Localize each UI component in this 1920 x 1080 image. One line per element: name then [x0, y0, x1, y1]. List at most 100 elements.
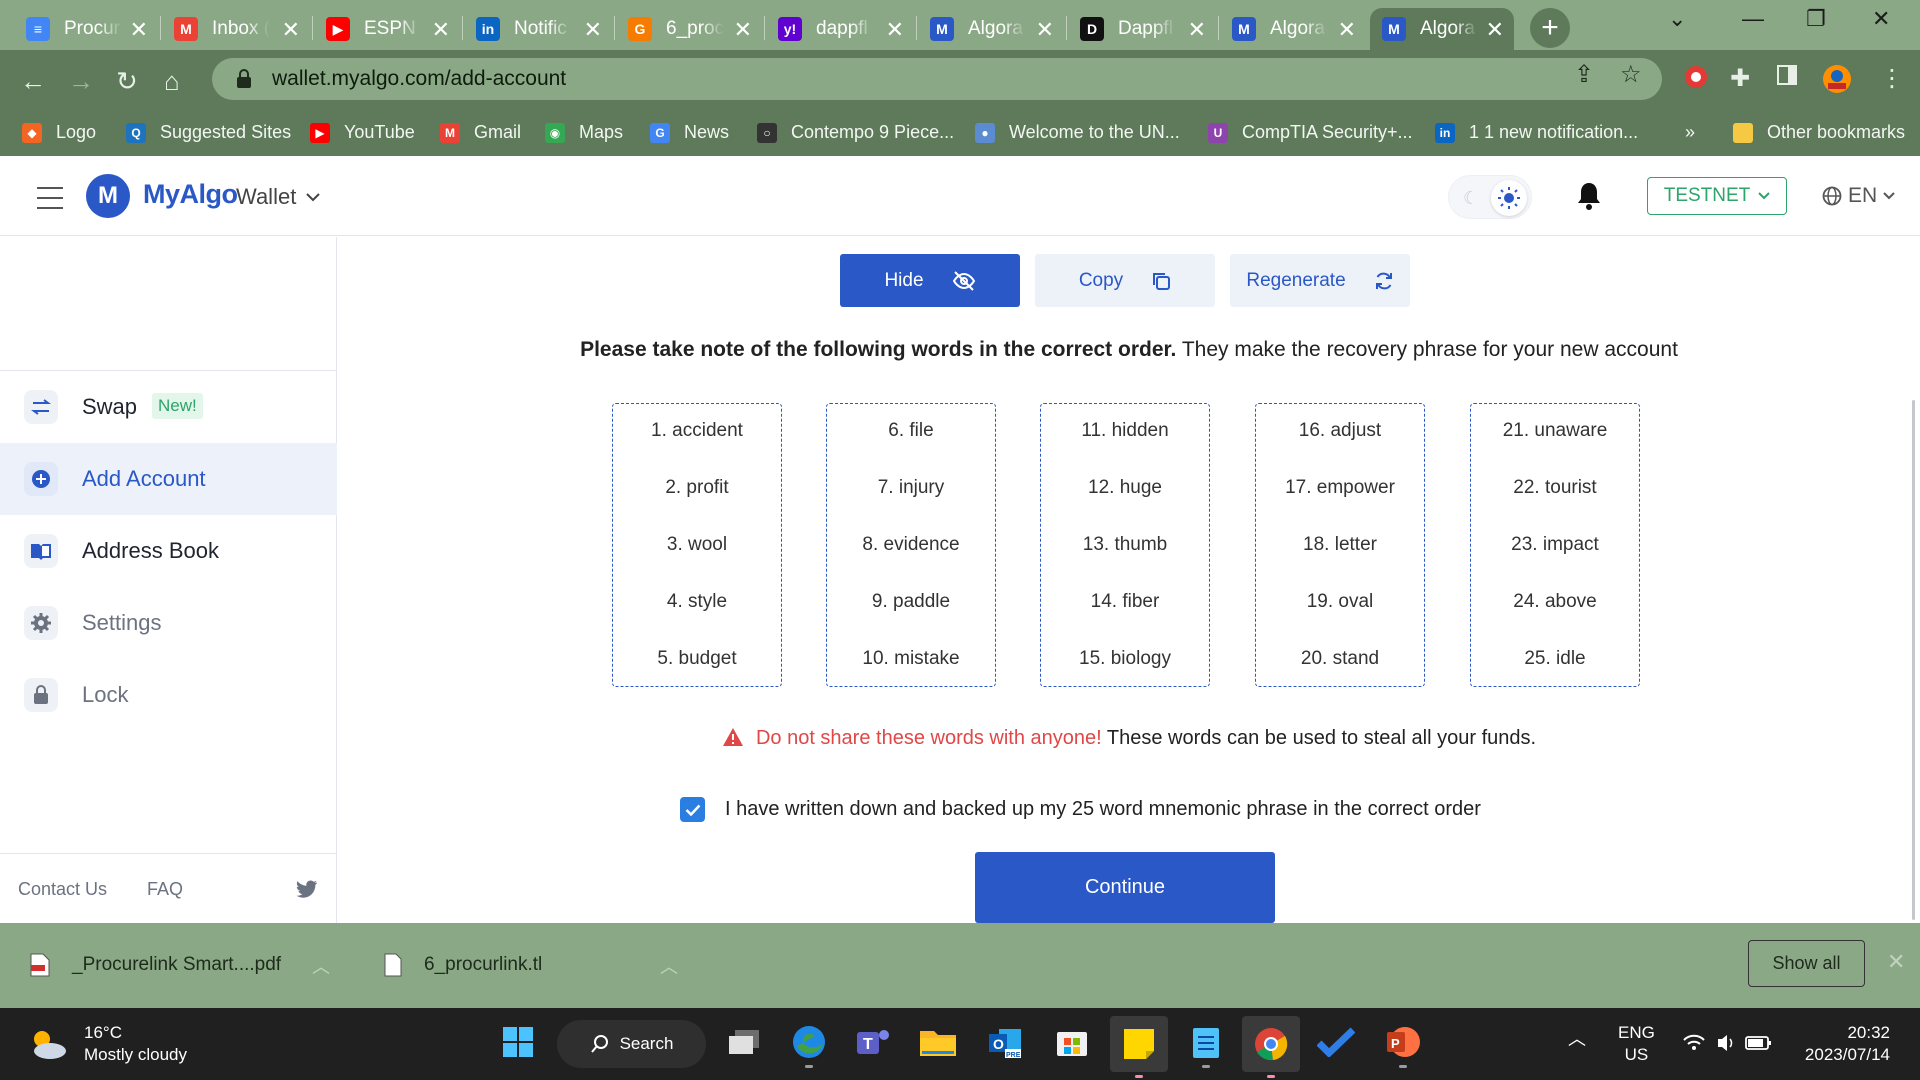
bookmark-item[interactable]: G News	[650, 122, 729, 143]
download-item[interactable]: _Procurelink Smart....pdf	[30, 953, 281, 977]
close-tab-icon[interactable]: ✕	[584, 17, 602, 43]
browser-menu-icon[interactable]: ⋮	[1880, 64, 1904, 93]
faq-link[interactable]: FAQ	[147, 879, 183, 900]
browser-tab[interactable]: y! dappfl ✕	[766, 8, 914, 50]
system-clock[interactable]: 20:32 2023/07/14	[1800, 1022, 1890, 1066]
tab-search-icon[interactable]: ⌄	[1668, 6, 1686, 32]
bookmarks-overflow[interactable]: »	[1685, 122, 1695, 143]
forward-button[interactable]: →	[68, 66, 94, 97]
bookmark-star-icon[interactable]: ☆	[1620, 60, 1642, 89]
side-panel-icon[interactable]	[1776, 64, 1798, 86]
wallet-menu[interactable]: Wallet	[236, 184, 321, 210]
outlook-preview-icon[interactable]: O PRE	[985, 1022, 1025, 1062]
bookmark-item[interactable]: ◉ Maps	[545, 122, 623, 143]
menu-icon[interactable]	[37, 187, 63, 217]
extension-red-icon[interactable]	[1683, 64, 1709, 90]
copy-button[interactable]: Copy	[1035, 254, 1215, 307]
sidebar-item-settings[interactable]: Settings	[0, 587, 337, 659]
theme-toggle[interactable]: ☾	[1448, 175, 1532, 219]
close-tab-icon[interactable]: ✕	[432, 17, 450, 43]
chevron-up-icon[interactable]: ︿	[660, 953, 678, 979]
continue-button[interactable]: Continue	[975, 852, 1275, 923]
reload-button[interactable]: ↻	[116, 66, 138, 97]
share-icon[interactable]: ⇪	[1574, 60, 1594, 89]
browser-tab[interactable]: M Algora ✕	[1370, 8, 1514, 50]
teams-icon[interactable]: T	[853, 1022, 893, 1062]
bookmark-item[interactable]: ○ Contempo 9 Piece...	[757, 122, 954, 143]
close-tab-icon[interactable]: ✕	[734, 17, 752, 43]
bookmark-item[interactable]: Q Suggested Sites	[126, 122, 291, 143]
confirm-checkbox[interactable]	[680, 797, 705, 822]
browser-tab-strip: ≡ Procur ✕ M Inbox (✕ ▶ ESPN F ✕ in Notific ✕ G 6_pr…	[0, 0, 1920, 50]
browser-tab[interactable]: M Algora ✕	[918, 8, 1064, 50]
browser-tab[interactable]: ▶ ESPN F ✕	[314, 8, 460, 50]
todo-icon[interactable]	[1316, 1022, 1356, 1062]
back-button[interactable]: ←	[20, 66, 46, 97]
close-tab-icon[interactable]: ✕	[1188, 17, 1206, 43]
edge-icon[interactable]	[789, 1022, 829, 1068]
address-bar[interactable]: wallet.myalgo.com/add-account	[212, 58, 1662, 100]
notepad-icon[interactable]	[1186, 1022, 1226, 1068]
close-window-button[interactable]: ✕	[1872, 6, 1890, 32]
microsoft-store-icon[interactable]	[1052, 1022, 1092, 1062]
powerpoint-icon[interactable]: P	[1383, 1022, 1423, 1068]
mnemonic-word: 13. thumb	[1082, 534, 1168, 555]
chrome-icon[interactable]	[1242, 1016, 1300, 1078]
myalgo-logo[interactable]: M	[86, 174, 130, 218]
close-tab-icon[interactable]: ✕	[1036, 17, 1054, 43]
home-button[interactable]: ⌂	[164, 66, 180, 97]
weather-widget[interactable]: 16°C Mostly cloudy	[28, 1022, 187, 1066]
show-hidden-icons-icon[interactable]: ︿	[1568, 1028, 1586, 1050]
minimize-button[interactable]: —	[1742, 6, 1764, 32]
close-tab-icon[interactable]: ✕	[130, 17, 148, 43]
sidebar-item-lock[interactable]: Lock	[0, 659, 337, 731]
sidebar-item-swap[interactable]: Swap New!	[0, 371, 337, 443]
close-icon[interactable]: ✕	[1887, 949, 1905, 975]
bookmark-item[interactable]: in 1 1 new notification...	[1435, 122, 1638, 143]
hide-button[interactable]: Hide	[840, 254, 1020, 307]
sticky-notes-icon[interactable]	[1110, 1016, 1168, 1078]
close-tab-icon[interactable]: ✕	[886, 17, 904, 43]
bookmark-favicon-icon: Q	[126, 122, 146, 143]
regenerate-button[interactable]: Regenerate	[1230, 254, 1410, 307]
extensions-puzzle-icon[interactable]: ✚	[1730, 64, 1750, 93]
sidebar-item-label: Add Account	[82, 466, 206, 491]
bookmark-item[interactable]: U CompTIA Security+...	[1208, 122, 1413, 143]
close-tab-icon[interactable]: ✕	[1338, 17, 1356, 43]
browser-tab[interactable]: in Notific ✕	[464, 8, 612, 50]
browser-tab[interactable]: G 6_proc ✕	[616, 8, 762, 50]
profile-avatar[interactable]	[1822, 64, 1852, 94]
page-scrollbar[interactable]	[1912, 400, 1915, 920]
close-tab-icon[interactable]: ✕	[282, 17, 300, 43]
browser-tab[interactable]: D Dappfl ✕	[1068, 8, 1216, 50]
restore-button[interactable]: ❐	[1806, 6, 1826, 32]
system-tray-icons[interactable]	[1682, 1032, 1774, 1054]
twitter-icon[interactable]	[296, 880, 318, 898]
file-explorer-icon[interactable]	[918, 1022, 958, 1062]
show-all-downloads-button[interactable]: Show all	[1748, 940, 1865, 987]
windows-start-icon[interactable]	[498, 1022, 538, 1062]
mnemonic-word: 22. tourist	[1513, 477, 1597, 498]
contact-us-link[interactable]: Contact Us	[18, 879, 107, 900]
chevron-up-icon[interactable]: ︿	[312, 953, 330, 979]
notifications-bell-icon[interactable]	[1575, 181, 1603, 211]
confirm-backup-row[interactable]: I have written down and backed up my 25 …	[680, 797, 1481, 822]
sidebar-item-address-book[interactable]: Address Book	[0, 515, 337, 587]
network-select[interactable]: TESTNET	[1647, 177, 1787, 215]
bookmark-item[interactable]: ◆ Logo	[22, 122, 96, 143]
browser-tab[interactable]: ≡ Procur ✕	[14, 8, 158, 50]
task-view-icon[interactable]	[724, 1022, 764, 1062]
input-language-indicator[interactable]: ENG US	[1618, 1022, 1655, 1066]
download-item[interactable]: 6_procurlink.tl	[384, 953, 542, 977]
close-tab-icon[interactable]: ✕	[1486, 17, 1504, 43]
bookmark-item[interactable]: ▶ YouTube	[310, 122, 415, 143]
browser-tab[interactable]: M Algora ✕	[1220, 8, 1366, 50]
new-tab-button[interactable]: +	[1530, 8, 1570, 48]
taskbar-search[interactable]: Search	[557, 1020, 706, 1068]
other-bookmarks[interactable]: Other bookmarks	[1733, 122, 1905, 143]
bookmark-item[interactable]: ● Welcome to the UN...	[975, 122, 1180, 143]
sidebar-item-add-account[interactable]: Add Account	[0, 443, 337, 515]
bookmark-item[interactable]: M Gmail	[440, 122, 521, 143]
browser-tab[interactable]: M Inbox (✕	[162, 8, 310, 50]
language-select[interactable]: EN	[1822, 184, 1895, 208]
